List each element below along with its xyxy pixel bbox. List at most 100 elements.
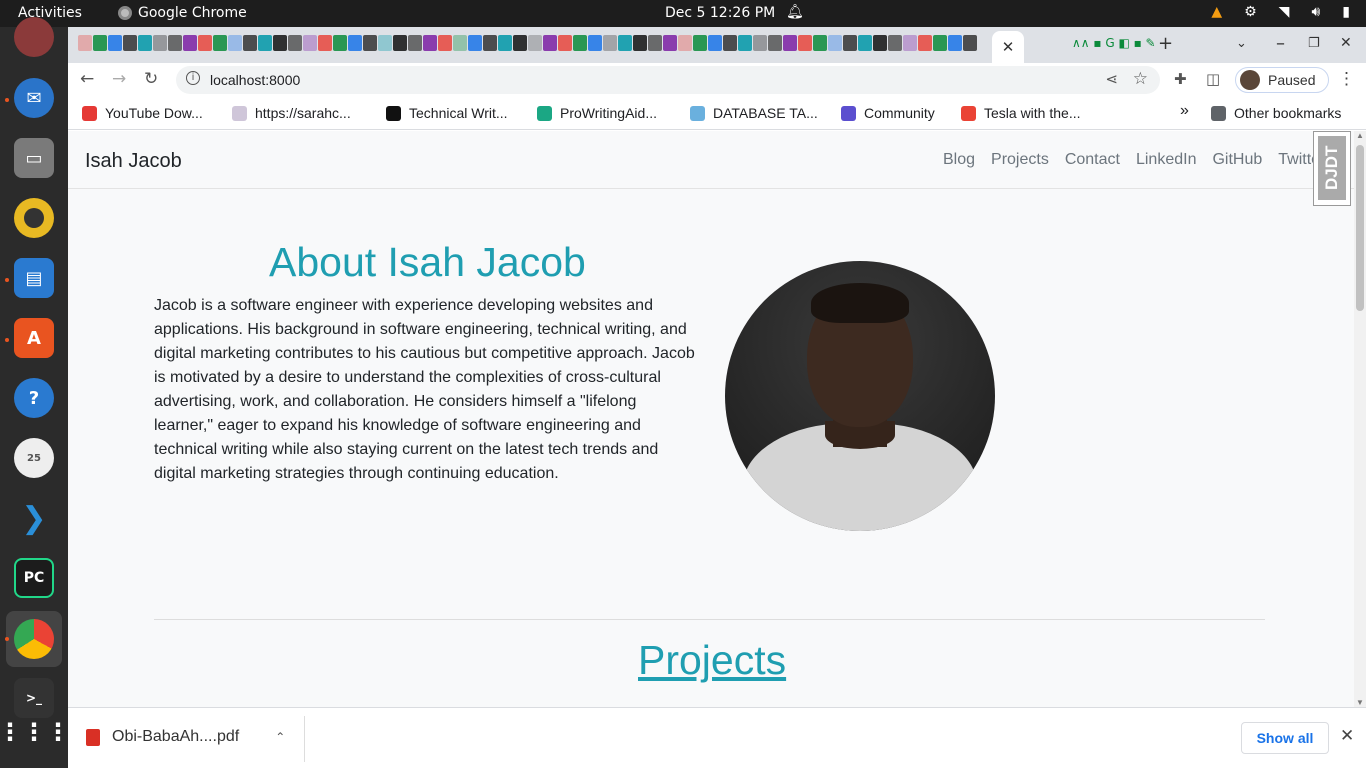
rhythmbox-icon[interactable] bbox=[14, 198, 54, 238]
pinned-tab-favicon-icon[interactable] bbox=[873, 35, 887, 51]
vlc-icon[interactable]: ▲ bbox=[1211, 4, 1222, 20]
scroll-down-icon[interactable]: ▼ bbox=[1356, 698, 1364, 707]
pinned-tab-favicon-icon[interactable] bbox=[918, 35, 932, 51]
pinned-tab-favicon-icon[interactable] bbox=[363, 35, 377, 51]
active-tab[interactable]: ✕ bbox=[992, 31, 1024, 63]
page-scrollbar[interactable]: ▲ ▼ bbox=[1354, 131, 1366, 707]
pinned-tab-favicon-icon[interactable] bbox=[543, 35, 557, 51]
restore-button[interactable]: ❐ bbox=[1308, 36, 1320, 51]
nav-link-blog[interactable]: Blog bbox=[943, 151, 975, 169]
pinned-tab-favicon-icon[interactable] bbox=[468, 35, 482, 51]
bookmark-item[interactable]: Technical Writ... bbox=[386, 105, 508, 121]
pinned-tab-favicon-icon[interactable] bbox=[963, 35, 977, 51]
writer-icon[interactable]: ▤ bbox=[14, 258, 54, 298]
pinned-tab-favicon-icon[interactable] bbox=[453, 35, 467, 51]
help-icon[interactable]: ? bbox=[14, 378, 54, 418]
pinned-tab-favicon-icon[interactable] bbox=[528, 35, 542, 51]
pinned-tab-favicon-icon[interactable] bbox=[258, 35, 272, 51]
egg-timer-icon[interactable]: 25 bbox=[14, 438, 54, 478]
pinned-tab-favicon-icon[interactable] bbox=[858, 35, 872, 51]
pinned-tab-favicon-icon[interactable] bbox=[648, 35, 662, 51]
thunderbird-icon[interactable]: ✉ bbox=[14, 78, 54, 118]
clock[interactable]: Dec 5 12:26 PM bbox=[665, 5, 775, 21]
tab-search-icon[interactable]: ⌄ bbox=[1236, 36, 1247, 51]
pinned-tab-favicon-icon[interactable] bbox=[303, 35, 317, 51]
pinned-tab-favicon-icon[interactable] bbox=[213, 35, 227, 51]
pinned-tab-favicon-icon[interactable] bbox=[483, 35, 497, 51]
files-icon[interactable]: ▭ bbox=[14, 138, 54, 178]
bookmark-item[interactable]: Tesla with the... bbox=[961, 105, 1081, 121]
pinned-tab-favicon-icon[interactable] bbox=[288, 35, 302, 51]
wifi-icon[interactable]: ◥ bbox=[1279, 4, 1290, 20]
browser-partial-icon[interactable] bbox=[14, 17, 54, 57]
reload-button[interactable]: ↻ bbox=[144, 69, 158, 89]
system-tray[interactable]: ▲ ⚙ ◥ 🔊︎ ▮ bbox=[1211, 4, 1350, 20]
close-tab-icon[interactable]: ✕ bbox=[1002, 38, 1015, 56]
side-panel-icon[interactable]: ◫ bbox=[1206, 70, 1220, 88]
pinned-tab-favicon-icon[interactable] bbox=[78, 35, 92, 51]
projects-heading-link[interactable]: Projects bbox=[638, 637, 786, 684]
app-center-icon[interactable]: A bbox=[14, 318, 54, 358]
pinned-tab-favicon-icon[interactable] bbox=[423, 35, 437, 51]
pinned-tab-favicon-icon[interactable] bbox=[393, 35, 407, 51]
pinned-tab-favicon-icon[interactable] bbox=[828, 35, 842, 51]
forward-button[interactable]: → bbox=[112, 69, 126, 89]
volume-icon[interactable]: 🔊︎ bbox=[1311, 4, 1320, 20]
pinned-tab-favicon-icon[interactable] bbox=[123, 35, 137, 51]
app-grid-icon[interactable]: ⋮⋮⋮ bbox=[0, 712, 70, 752]
pinned-tab-favicon-icon[interactable] bbox=[663, 35, 677, 51]
pycharm-icon[interactable]: PC bbox=[14, 558, 54, 598]
minimize-button[interactable]: – bbox=[1276, 33, 1285, 54]
close-shelf-icon[interactable]: ✕ bbox=[1340, 726, 1354, 746]
back-button[interactable]: ← bbox=[80, 69, 94, 89]
pinned-tab-favicon-icon[interactable] bbox=[273, 35, 287, 51]
nav-link-projects[interactable]: Projects bbox=[991, 151, 1049, 169]
bookmark-item[interactable]: DATABASE TA... bbox=[690, 105, 818, 121]
chevron-up-icon[interactable]: ⌃ bbox=[275, 730, 285, 744]
bookmark-item[interactable]: YouTube Dow... bbox=[82, 105, 203, 121]
pinned-tab-favicon-icon[interactable] bbox=[633, 35, 647, 51]
pinned-tab-favicon-icon[interactable] bbox=[498, 35, 512, 51]
nav-link-github[interactable]: GitHub bbox=[1212, 151, 1262, 169]
pinned-tab-favicon-icon[interactable] bbox=[888, 35, 902, 51]
chrome-icon[interactable] bbox=[6, 611, 62, 667]
bookmark-item[interactable]: https://sarahc... bbox=[232, 105, 351, 121]
pinned-tab-favicon-icon[interactable] bbox=[558, 35, 572, 51]
pinned-tab-favicon-icon[interactable] bbox=[693, 35, 707, 51]
menu-icon[interactable]: ⋮ bbox=[1338, 69, 1355, 89]
bookmark-item[interactable]: ProWritingAid... bbox=[537, 105, 657, 121]
pinned-tab-favicon-icon[interactable] bbox=[783, 35, 797, 51]
pinned-tab-favicon-icon[interactable] bbox=[768, 35, 782, 51]
address-bar[interactable]: i localhost:8000 ⋖ ☆ bbox=[176, 66, 1160, 94]
bookmark-star-icon[interactable]: ☆ bbox=[1133, 69, 1148, 89]
pinned-tab-favicon-icon[interactable] bbox=[798, 35, 812, 51]
pinned-tab-favicon-icon[interactable] bbox=[228, 35, 242, 51]
pinned-tab-favicon-icon[interactable] bbox=[708, 35, 722, 51]
profile-button[interactable]: Paused bbox=[1235, 67, 1329, 93]
pinned-tab-favicon-icon[interactable] bbox=[108, 35, 122, 51]
django-debug-toolbar-handle[interactable]: DJDT bbox=[1313, 131, 1351, 206]
pinned-tab-favicon-icon[interactable] bbox=[678, 35, 692, 51]
bookmarks-overflow-button[interactable]: » bbox=[1180, 102, 1189, 120]
pinned-tab-favicon-icon[interactable] bbox=[738, 35, 752, 51]
pinned-tab-favicon-icon[interactable] bbox=[603, 35, 617, 51]
other-bookmarks[interactable]: Other bookmarks bbox=[1211, 105, 1341, 121]
pinned-tab-favicon-icon[interactable] bbox=[93, 35, 107, 51]
site-info-icon[interactable]: i bbox=[186, 71, 200, 85]
app-menu[interactable]: Google Chrome bbox=[118, 5, 247, 21]
pinned-tab-favicon-icon[interactable] bbox=[198, 35, 212, 51]
pinned-tab-favicon-icon[interactable] bbox=[378, 35, 392, 51]
pinned-tab-favicon-icon[interactable] bbox=[513, 35, 527, 51]
pinned-tabs[interactable] bbox=[78, 35, 993, 53]
pinned-tab-favicon-icon[interactable] bbox=[618, 35, 632, 51]
pinned-tab-favicon-icon[interactable] bbox=[348, 35, 362, 51]
download-item[interactable]: Obi-BabaAh....pdf ⌃ bbox=[86, 728, 285, 746]
scrollbar-thumb[interactable] bbox=[1356, 145, 1364, 311]
pinned-tab-favicon-icon[interactable] bbox=[183, 35, 197, 51]
pinned-tab-favicon-icon[interactable] bbox=[138, 35, 152, 51]
pinned-tab-favicon-icon[interactable] bbox=[318, 35, 332, 51]
pinned-tab-favicon-icon[interactable] bbox=[168, 35, 182, 51]
pinned-tab-favicon-icon[interactable] bbox=[723, 35, 737, 51]
show-all-button[interactable]: Show all bbox=[1241, 722, 1329, 754]
site-brand[interactable]: Isah Jacob bbox=[85, 150, 182, 173]
